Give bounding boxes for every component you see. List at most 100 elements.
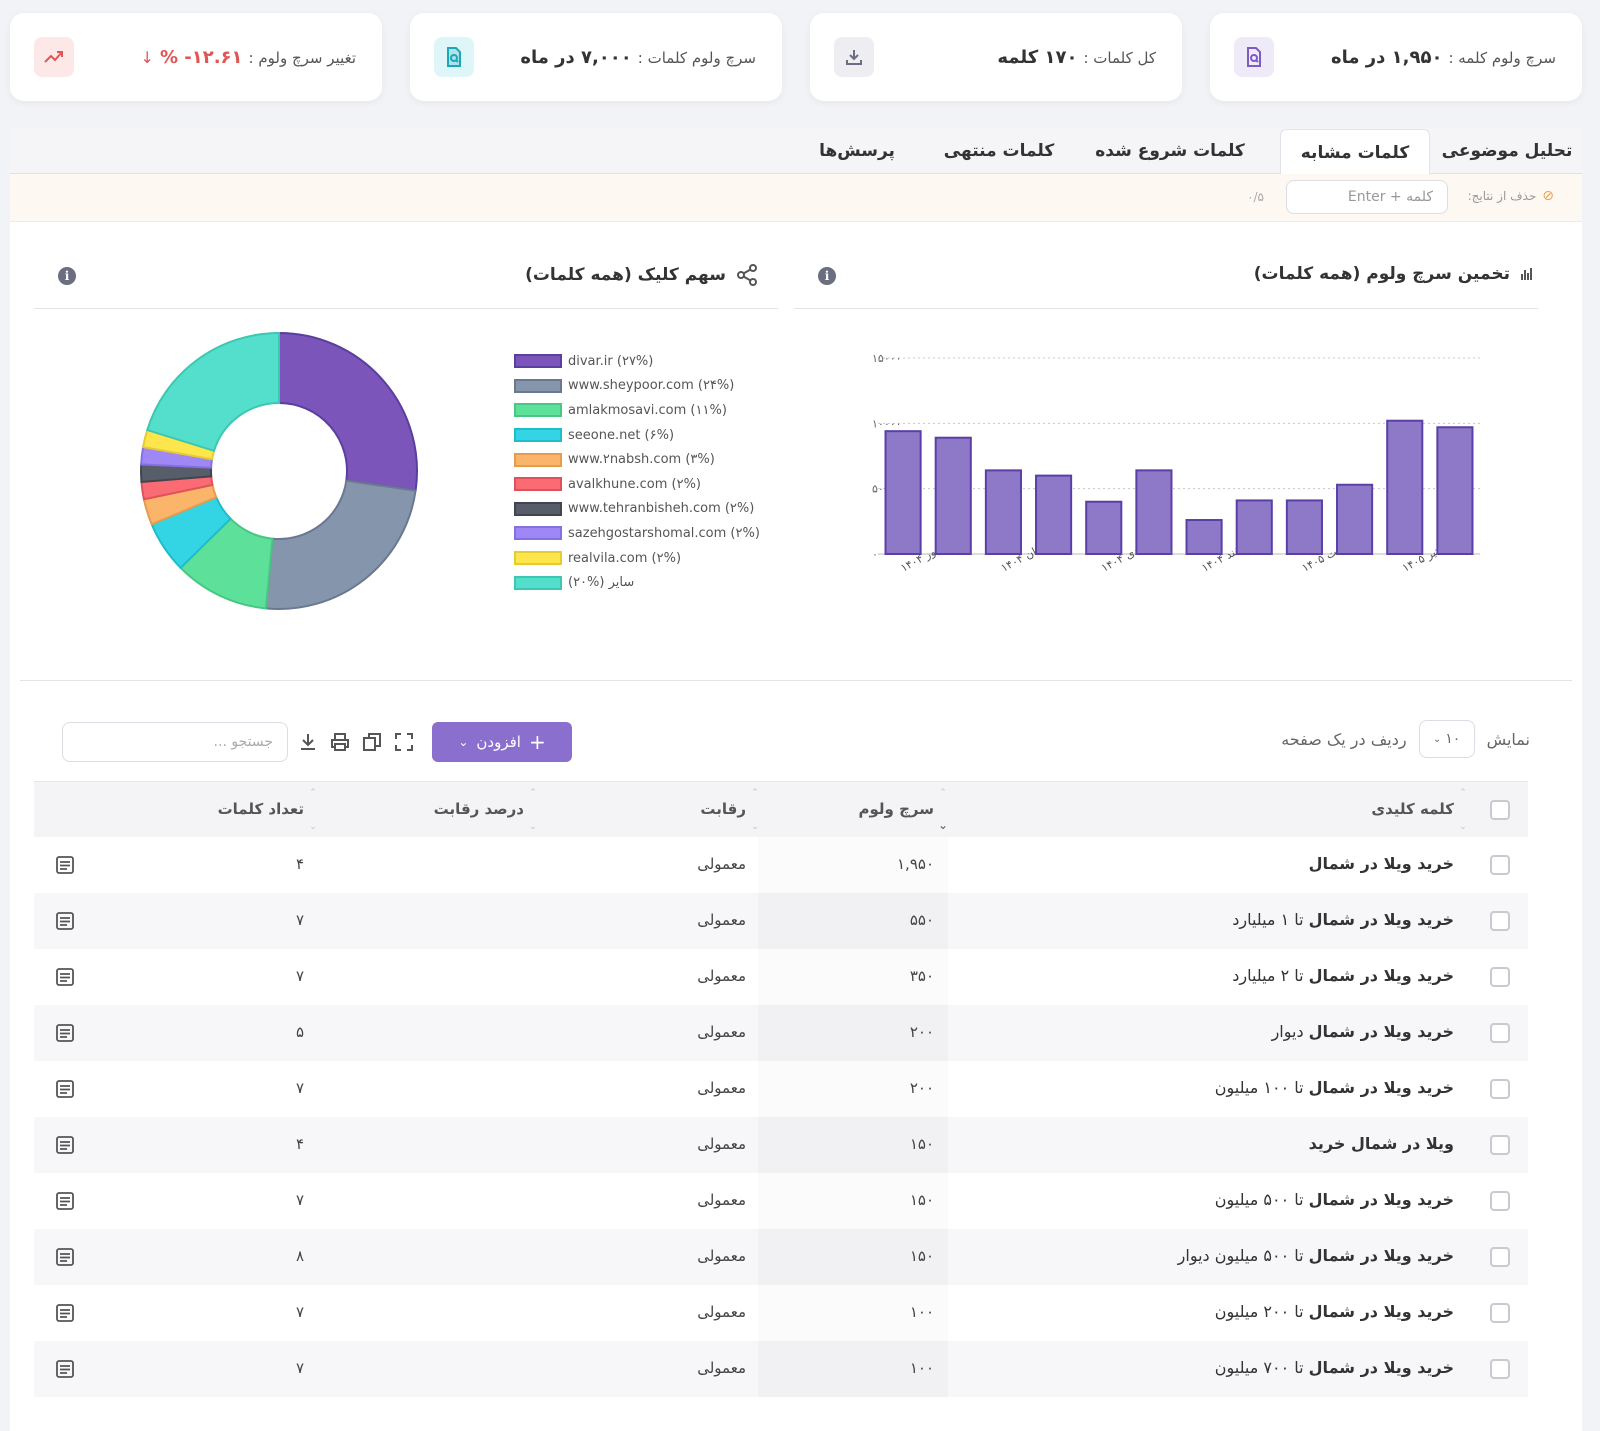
copy-icon[interactable] [362, 732, 382, 752]
keyword-cell[interactable]: خرید ویلا در شمال تا ۲۰۰ میلیون [1215, 1302, 1454, 1321]
table-row[interactable]: خرید ویلا در شمال ۱,۹۵۰ معمولی ۴ [34, 837, 1528, 893]
tab-starting-words[interactable]: کلمات شروع شده [1082, 128, 1258, 174]
keyword-rest: تا ۱ میلیارد [1232, 910, 1309, 929]
bar-chart-icon [1521, 268, 1532, 280]
table-row[interactable]: خرید ویلا در شمال دیوار ۲۰۰ معمولی ۵ [34, 1005, 1528, 1061]
table-row[interactable]: خرید ویلا در شمال تا ۲ میلیارد ۳۵۰ معمولی ۷ [34, 949, 1528, 1005]
table-row[interactable]: خرید ویلا در شمال تا ۱۰۰ میلیون ۲۰۰ معمولی… [34, 1061, 1528, 1117]
keyword-cell[interactable]: خرید ویلا در شمال [1309, 854, 1454, 873]
table-row[interactable]: ویلا در شمال خرید ۱۵۰ معمولی ۴ [34, 1117, 1528, 1173]
bar[interactable] [1035, 474, 1073, 556]
row-checkbox[interactable] [1490, 1303, 1510, 1323]
row-checkbox[interactable] [1490, 967, 1510, 987]
header-keyword[interactable]: کلمه کلیدی [1371, 800, 1454, 818]
bar[interactable] [934, 436, 972, 555]
legend-item[interactable]: www.tehranbisheh.com (۲%) [514, 497, 760, 522]
details-icon[interactable] [56, 911, 74, 931]
keyword-cell[interactable]: ویلا در شمال خرید [1309, 1134, 1454, 1153]
info-icon[interactable]: i [818, 267, 836, 285]
details-icon[interactable] [56, 1191, 74, 1211]
legend-item[interactable]: seeone.net (۶%) [514, 423, 760, 448]
keyword-cell[interactable]: خرید ویلا در شمال تا ۷۰۰ میلیون [1215, 1358, 1454, 1377]
bar[interactable] [1436, 426, 1474, 555]
search-input[interactable]: جستجو ... [62, 722, 288, 762]
legend-item[interactable]: سایر (%۲۰) [514, 570, 760, 595]
bar[interactable] [1285, 499, 1323, 555]
pie-slice[interactable] [145, 331, 280, 453]
row-checkbox[interactable] [1490, 911, 1510, 931]
row-checkbox[interactable] [1490, 1079, 1510, 1099]
details-icon[interactable] [56, 1359, 74, 1379]
keyword-cell[interactable]: خرید ویلا در شمال تا ۵۰۰ میلیون دیوار [1178, 1246, 1454, 1265]
keyword-cell[interactable]: خرید ویلا در شمال تا ۱ میلیارد [1232, 910, 1454, 929]
tab-topic-analysis[interactable]: تحلیل موضوعی [1432, 128, 1582, 174]
legend-label: www.tehranbisheh.com (۲%) [568, 501, 755, 517]
sort-icon[interactable]: ⌃ ⌄ [528, 788, 538, 832]
table-row[interactable]: خرید ویلا در شمال تا ۲۰۰ میلیون ۱۰۰ معمولی… [34, 1285, 1528, 1341]
bar[interactable] [1386, 419, 1424, 555]
stat-card-words-volume: سرچ ولوم کلمات : ۷,۰۰۰ در ماه [410, 13, 782, 101]
legend-item[interactable]: www.sheypoor.com (۲۴%) [514, 374, 760, 399]
fullscreen-icon[interactable] [394, 732, 414, 752]
tab-similar-words[interactable]: کلمات مشابه [1280, 129, 1430, 175]
sort-icon[interactable]: ⌃ ⌄ [938, 788, 948, 832]
page-size-value: ۱۰ [1445, 731, 1461, 747]
download-icon[interactable] [834, 37, 874, 77]
keyword-cell[interactable]: خرید ویلا در شمال تا ۵۰۰ میلیون [1215, 1190, 1454, 1209]
row-checkbox[interactable] [1490, 1191, 1510, 1211]
keyword-cell[interactable]: خرید ویلا در شمال تا ۲ میلیارد [1232, 966, 1454, 985]
row-checkbox[interactable] [1490, 855, 1510, 875]
info-icon[interactable]: i [58, 267, 76, 285]
legend-item[interactable]: amlakmosavi.com (۱۱%) [514, 398, 760, 423]
bar[interactable] [1185, 519, 1223, 556]
details-icon[interactable] [56, 855, 74, 875]
details-icon[interactable] [56, 967, 74, 987]
legend-item[interactable]: avalkhune.com (۲%) [514, 472, 760, 497]
word-count-cell: ۷ [295, 911, 304, 929]
page-size-select[interactable]: ۱۰ ⌄ [1418, 720, 1475, 758]
table-row[interactable]: خرید ویلا در شمال تا ۵۰۰ میلیون ۱۵۰ معمولی… [34, 1173, 1528, 1229]
row-checkbox[interactable] [1490, 1023, 1510, 1043]
header-word-count[interactable]: تعداد کلمات [218, 800, 304, 818]
details-icon[interactable] [56, 1303, 74, 1323]
bar[interactable] [1085, 500, 1123, 556]
keyword-cell[interactable]: خرید ویلا در شمال دیوار [1272, 1022, 1454, 1041]
exclude-input[interactable]: کلمه + Enter [1286, 180, 1448, 214]
row-checkbox[interactable] [1490, 1359, 1510, 1379]
details-icon[interactable] [56, 1023, 74, 1043]
header-competition[interactable]: رقابت [700, 800, 746, 818]
details-icon[interactable] [56, 1135, 74, 1155]
keyword-bold: خرید ویلا در شمال [1308, 1078, 1454, 1097]
details-icon[interactable] [56, 1079, 74, 1099]
legend-item[interactable]: realvila.com (۲%) [514, 546, 760, 571]
tab-questions[interactable]: پرسش‌ها [792, 128, 922, 174]
competition-cell: معمولی [697, 1247, 746, 1265]
legend-item[interactable]: sazehgostarshomal.com (۲%) [514, 521, 760, 546]
bar[interactable] [1336, 483, 1374, 556]
row-checkbox[interactable] [1490, 1135, 1510, 1155]
table-row[interactable]: خرید ویلا در شمال تا ۷۰۰ میلیون ۱۰۰ معمولی… [34, 1341, 1528, 1397]
header-competition-percent[interactable]: درصد رقابت [434, 800, 524, 818]
sort-icon[interactable]: ⌃ ⌄ [1458, 788, 1468, 832]
tab-ending-words[interactable]: کلمات منتهی [924, 128, 1074, 174]
add-button[interactable]: + افزودن ⌄ [432, 722, 572, 762]
sort-icon[interactable]: ⌃ ⌄ [750, 788, 760, 832]
bar[interactable] [1135, 469, 1173, 555]
bar[interactable] [884, 430, 922, 555]
header-volume[interactable]: سرچ ولوم [859, 800, 934, 818]
row-checkbox[interactable] [1490, 1247, 1510, 1267]
print-icon[interactable] [330, 732, 350, 752]
table-row[interactable]: خرید ویلا در شمال تا ۱ میلیارد ۵۵۰ معمولی ۷ [34, 893, 1528, 949]
select-all-checkbox[interactable] [1490, 800, 1510, 820]
pie-slice[interactable] [264, 479, 417, 610]
table-row[interactable]: خرید ویلا در شمال تا ۵۰۰ میلیون دیوار ۱۵۰… [34, 1229, 1528, 1285]
keyword-cell[interactable]: خرید ویلا در شمال تا ۱۰۰ میلیون [1215, 1078, 1454, 1097]
details-icon[interactable] [56, 1247, 74, 1267]
legend-item[interactable]: divar.ir (۲۷%) [514, 349, 760, 374]
download-icon[interactable] [298, 732, 318, 752]
pie-slice[interactable] [278, 331, 418, 492]
sort-icon[interactable]: ⌃ ⌄ [308, 788, 318, 832]
bar[interactable] [1235, 499, 1273, 555]
bar[interactable] [984, 469, 1022, 555]
legend-item[interactable]: www.۲nabsh.com (۳%) [514, 447, 760, 472]
